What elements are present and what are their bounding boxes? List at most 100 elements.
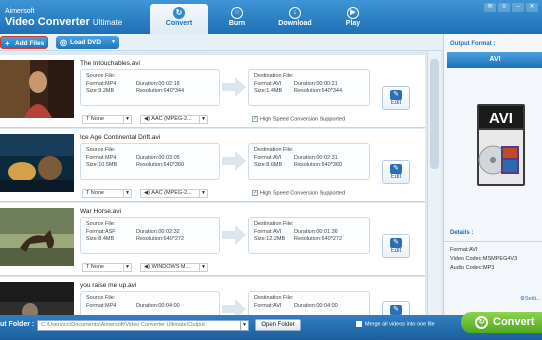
avi-format-icon[interactable]: AVI xyxy=(471,104,531,186)
source-size: Size:9.2MB xyxy=(86,88,115,94)
edit-button[interactable]: ✎ Edit xyxy=(382,160,410,184)
convert-button[interactable]: ↻ Convert xyxy=(461,312,542,333)
source-duration: Duration:00:04:00 xyxy=(136,302,180,309)
output-panel: Output Format : AVI AVI Details : Format… xyxy=(443,34,542,315)
source-info: Source File: Format:MP4 Duration:00:03:05… xyxy=(80,143,220,180)
video-thumbnail[interactable] xyxy=(0,208,74,266)
refresh-icon: ↻ xyxy=(173,7,185,19)
destination-row: Format:AVI Duration:00:01:36 xyxy=(254,229,364,237)
refresh-icon: ↻ xyxy=(475,316,488,329)
menu-icon[interactable]: ≡ xyxy=(498,3,510,12)
checkbox-icon: ✓ xyxy=(252,116,258,122)
high-speed-checkbox[interactable]: ✓ High Speed Conversion Supported xyxy=(252,116,345,122)
destination-duration: Duration:00:00:21 xyxy=(294,80,338,87)
edit-button[interactable]: ✎ Edit xyxy=(382,86,410,110)
output-format-label: Output Format : xyxy=(450,41,496,47)
list-scrollbar[interactable] xyxy=(427,51,441,315)
output-folder-label: ut Folder : xyxy=(0,321,35,328)
source-row: Size:8.4MB Resolution:640*272 xyxy=(86,236,214,244)
high-speed-label: High Speed Conversion Supported xyxy=(260,116,346,123)
destination-size: Size:1.4MB xyxy=(254,88,283,94)
detail-format: Format:AVI xyxy=(450,247,478,253)
source-info: Source File: Format:MP4 Duration:00:04:00 xyxy=(80,291,220,315)
file-name: War Horse.avi xyxy=(80,208,121,215)
minimize-icon[interactable]: – xyxy=(512,3,524,12)
file-row[interactable]: The Intouchables.avi Source File: Format… xyxy=(0,55,425,128)
destination-label: Destination File: xyxy=(254,147,294,153)
destination-resolution: Resolution:640*344 xyxy=(294,88,343,94)
subtitle-select[interactable]: T None ▼ xyxy=(82,189,132,198)
avi-logo-text: AVI xyxy=(489,110,513,127)
source-row: Size:9.2MB Resolution:640*344 xyxy=(86,88,214,96)
chevron-down-icon: ▼ xyxy=(123,116,131,123)
file-name: Ice Age Continental Drift.avi xyxy=(80,134,161,141)
open-folder-button[interactable]: Open Folder xyxy=(255,319,301,331)
audio-value: AAC (MPEG-2... xyxy=(151,116,192,122)
scrollbar-thumb[interactable] xyxy=(430,59,439,169)
source-label: Source File: xyxy=(86,147,116,153)
message-icon[interactable]: ✉ xyxy=(484,3,496,12)
window-controls: ✉ ≡ – ✕ xyxy=(484,3,538,12)
edit-icon: ✎ xyxy=(390,305,402,315)
edit-button[interactable]: ✎ xyxy=(382,301,410,315)
destination-row: Size:1.4MB Resolution:640*344 xyxy=(254,88,364,96)
brand-company: Aimersoft xyxy=(5,8,35,15)
destination-format: Format:AVI xyxy=(254,154,282,161)
audio-select[interactable]: ◀) AAC (MPEG-2... ▼ xyxy=(140,115,208,124)
source-resolution: Resolution:640*360 xyxy=(136,162,185,168)
output-folder-path[interactable]: C:\Users\cn\Documents\Aimersoft\Video Co… xyxy=(37,320,249,331)
close-icon[interactable]: ✕ xyxy=(526,3,538,12)
output-format-selector[interactable]: AVI xyxy=(447,52,542,68)
video-thumbnail[interactable] xyxy=(0,60,74,118)
source-format: Format:MP4 xyxy=(86,154,117,161)
subtitle-value: None xyxy=(90,264,104,270)
audio-select[interactable]: ◀) WINDOWS M... ▼ xyxy=(140,263,208,272)
edit-button[interactable]: ✎ Edit xyxy=(382,234,410,258)
add-files-button[interactable]: + Add Files xyxy=(0,36,48,49)
edit-icon: ✎ xyxy=(390,90,402,100)
audio-select[interactable]: ◀) AAC (MPEG-2... ▼ xyxy=(140,189,208,198)
tab-play[interactable]: ▶ Play xyxy=(324,4,382,34)
arrow-right-icon xyxy=(222,299,246,315)
checkbox-icon xyxy=(356,321,362,327)
source-label: Source File: xyxy=(86,221,116,227)
source-size: Size:10.5MB xyxy=(86,162,118,168)
file-name: you raise me up.avi xyxy=(80,282,137,289)
high-speed-checkbox[interactable]: ✓ High Speed Conversion Supported xyxy=(252,190,345,196)
file-row[interactable]: you raise me up.avi Source File: Format:… xyxy=(0,277,425,315)
file-row[interactable]: War Horse.avi Source File: Format:ASF Dur… xyxy=(0,203,425,276)
video-thumbnail[interactable] xyxy=(0,282,74,315)
details-label: Details : xyxy=(450,230,474,236)
source-label: Source File: xyxy=(86,295,116,301)
settings-link[interactable]: ⚙Setti... xyxy=(520,296,541,302)
audio-value: AAC (MPEG-2... xyxy=(151,190,192,196)
source-row: Format:MP4 Duration:00:02:18 xyxy=(86,81,214,89)
disc-icon: ◎ xyxy=(60,38,67,47)
chevron-down-icon: ▼ xyxy=(123,264,131,271)
destination-resolution: Resolution:640*360 xyxy=(294,162,343,168)
tab-download[interactable]: ↓ Download xyxy=(266,4,324,34)
source-row: Format:ASF Duration:00:02:32 xyxy=(86,229,214,237)
merge-checkbox[interactable]: Merge all videos into one file xyxy=(356,321,435,327)
tab-label: Convert xyxy=(165,20,193,27)
chevron-down-icon[interactable]: ▼ xyxy=(111,36,116,49)
speaker-icon: ◀) xyxy=(144,264,152,270)
disc-icon: ○ xyxy=(231,7,243,19)
tab-burn[interactable]: ○ Burn xyxy=(208,4,266,34)
load-dvd-button[interactable]: ◎ Load DVD ▼ xyxy=(56,36,119,49)
source-duration: Duration:00:02:18 xyxy=(136,80,180,87)
destination-row: Size:8.6MB Resolution:640*360 xyxy=(254,162,364,170)
source-info: Source File: Format:ASF Duration:00:02:32… xyxy=(80,217,220,254)
source-format: Format:MP4 xyxy=(86,302,117,309)
subtitle-select[interactable]: T None ▼ xyxy=(82,115,132,124)
tab-convert[interactable]: ↻ Convert xyxy=(150,4,208,34)
edit-icon: ✎ xyxy=(390,164,402,174)
brand-product: Video Converter Ultimate xyxy=(5,16,122,29)
subtitle-select[interactable]: T None ▼ xyxy=(82,263,132,272)
file-row[interactable]: Ice Age Continental Drift.avi Source Fil… xyxy=(0,129,425,202)
video-thumbnail[interactable] xyxy=(0,134,74,192)
chevron-down-icon[interactable]: ▼ xyxy=(240,321,248,330)
destination-size: Size:12.2MB xyxy=(254,236,286,242)
tab-label: Play xyxy=(345,20,361,27)
source-duration: Duration:00:03:05 xyxy=(136,154,180,161)
